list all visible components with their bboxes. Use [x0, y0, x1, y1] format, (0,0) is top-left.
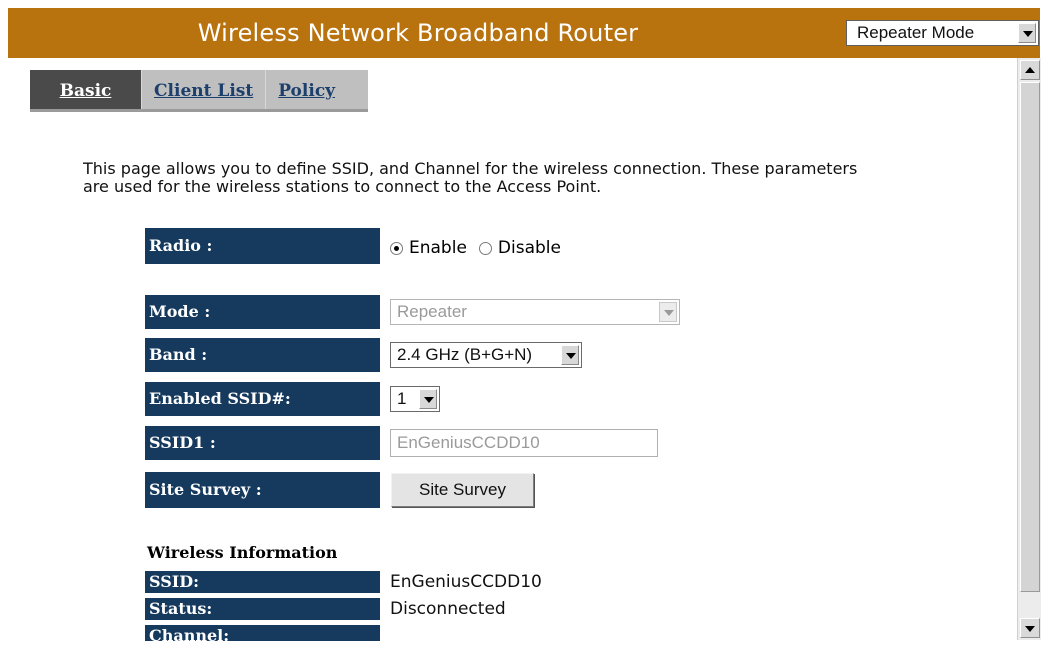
vertical-scrollbar[interactable]: [1017, 58, 1041, 640]
site-survey-button[interactable]: Site Survey: [391, 473, 534, 507]
radio-disable-label: Disable: [497, 238, 561, 258]
tab-bar: Basic Client List Policy: [30, 70, 368, 112]
tab-client-list[interactable]: Client List: [142, 70, 267, 109]
tab-basic[interactable]: Basic: [30, 70, 142, 109]
enabled-ssid-select[interactable]: 1: [390, 386, 440, 412]
scroll-down-icon[interactable]: [1020, 618, 1040, 638]
info-status-label: Status:: [145, 598, 380, 620]
enabled-ssid-label: Enabled SSID#:: [145, 382, 380, 416]
page-title: Wireless Network Broadband Router: [197, 19, 639, 47]
operation-mode-select[interactable]: Repeater Mode: [846, 20, 1039, 46]
chevron-down-icon[interactable]: [561, 345, 579, 365]
band-select[interactable]: 2.4 GHz (B+G+N): [390, 342, 582, 368]
info-status-value: Disconnected: [390, 599, 506, 619]
scroll-up-icon[interactable]: [1020, 60, 1040, 80]
radio-disable-option[interactable]: [478, 241, 492, 255]
scrollbar-thumb[interactable]: [1020, 82, 1040, 592]
radio-label: Radio :: [145, 228, 380, 264]
page-description: This page allows you to define SSID, and…: [83, 159, 858, 196]
chevron-down-icon[interactable]: [419, 389, 437, 409]
mode-value: Repeater: [397, 302, 467, 321]
radio-enable-option[interactable]: [390, 241, 403, 255]
mode-select: Repeater: [390, 299, 680, 325]
band-value: 2.4 GHz (B+G+N): [397, 345, 533, 364]
band-label: Band :: [145, 338, 380, 372]
info-ssid-value: EnGeniusCCDD10: [390, 572, 542, 592]
tab-policy[interactable]: Policy: [266, 70, 347, 109]
wireless-info-title: Wireless Information: [147, 543, 338, 562]
site-survey-label: Site Survey :: [145, 472, 380, 508]
info-channel-label: Channel:: [145, 625, 380, 641]
enabled-ssid-value: 1: [397, 389, 407, 408]
ssid1-value: EnGeniusCCDD10: [397, 433, 540, 452]
operation-mode-value: Repeater Mode: [857, 23, 975, 42]
radio-toggle-group: Enable Disable: [390, 238, 573, 258]
radio-enable-label: Enable: [409, 238, 467, 258]
ssid1-input[interactable]: EnGeniusCCDD10: [390, 429, 658, 457]
chevron-down-icon[interactable]: [1018, 23, 1036, 43]
mode-label: Mode :: [145, 295, 380, 329]
chevron-down-icon: [659, 302, 677, 322]
ssid1-label: SSID1 :: [145, 426, 380, 460]
header-bar: Wireless Network Broadband Router Repeat…: [8, 8, 1040, 58]
info-ssid-label: SSID:: [145, 571, 380, 593]
